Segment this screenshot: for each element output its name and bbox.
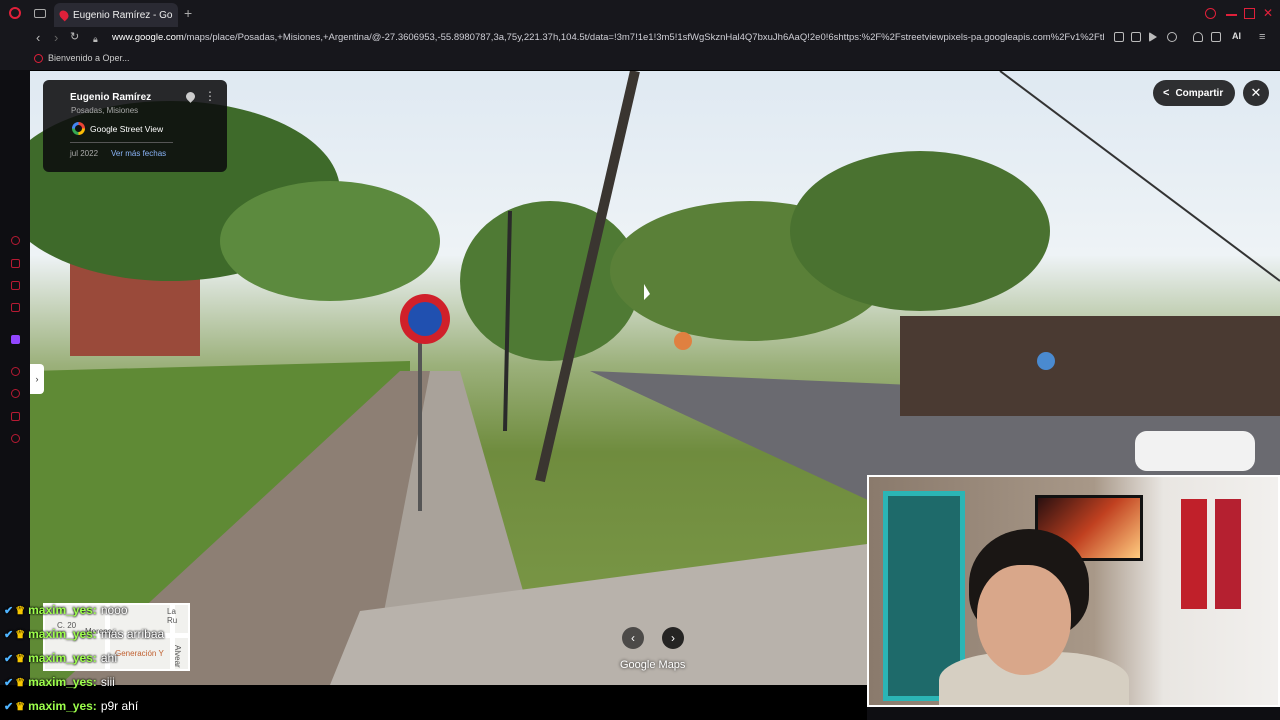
chat-username: maxim_yes: [28, 699, 97, 713]
location-info-card: Eugenio Ramírez ⋮ Posadas, Misiones Goog… [43, 80, 227, 172]
chat-text: siii [100, 675, 115, 689]
chat-message: ✔ ♛ maxim_yes: p9r ahí [4, 694, 304, 718]
crown-badge-icon: ♛ [15, 676, 26, 689]
bookmark-label: Bienvenido a Oper... [48, 53, 130, 63]
chat-username: maxim_yes: [28, 627, 97, 641]
url-field[interactable]: www.google.com/maps/place/Posadas,+Misio… [112, 32, 1104, 43]
more-dates-link[interactable]: Ver más fechas [111, 149, 166, 158]
more-options-icon[interactable]: ⋮ [204, 90, 216, 102]
url-path: /maps/place/Posadas,+Misiones,+Argentina… [183, 32, 1104, 43]
chat-username: maxim_yes: [28, 603, 97, 617]
address-bar: ‹ › ↻ 🔒︎ www.google.com/maps/place/Posad… [0, 28, 1280, 48]
opera-logo-icon[interactable] [9, 7, 21, 19]
sidebar-history-icon[interactable] [11, 236, 20, 245]
webcam-overlay [867, 475, 1280, 707]
verified-badge-icon: ✔ [4, 676, 14, 689]
poster [1215, 499, 1241, 609]
tree-canopy [220, 181, 440, 301]
prev-photo-button[interactable]: ‹ [622, 627, 644, 649]
bike-sign-inner [408, 302, 442, 336]
tree-canopy-far-right [790, 151, 1050, 311]
crown-badge-icon: ♛ [15, 628, 26, 641]
chat-text: p9r ahí [100, 699, 139, 713]
mouse-cursor [644, 284, 650, 300]
chat-message: ✔ ♛ maxim_yes: nooo [4, 598, 304, 622]
sidebar-twitch-icon[interactable] [11, 335, 20, 344]
chat-message: ✔ ♛ maxim_yes: siii [4, 670, 304, 694]
place-marker-icon[interactable] [674, 332, 692, 350]
tab-google-maps[interactable]: Eugenio Ramírez - Google [54, 3, 178, 27]
sidebar-clock-icon[interactable] [11, 389, 20, 398]
download-icon[interactable] [1211, 32, 1221, 42]
snapshot-icon[interactable] [1114, 32, 1124, 42]
sidebar-instagram-icon[interactable] [11, 303, 20, 312]
chat-username: maxim_yes: [28, 675, 97, 689]
account-icon[interactable] [1193, 32, 1203, 42]
crown-badge-icon: ♛ [15, 604, 26, 617]
play-icon[interactable] [1149, 32, 1157, 42]
capture-icon[interactable] [1131, 32, 1141, 42]
maximize-icon[interactable] [1244, 8, 1255, 19]
reload-icon[interactable]: ↻ [70, 31, 79, 44]
search-icon[interactable] [1205, 8, 1216, 19]
tab-switcher-icon[interactable] [34, 9, 46, 18]
share-icon: < [1163, 87, 1170, 99]
ai-button[interactable]: AI [1232, 31, 1241, 41]
street-view-provider: Google Street View [72, 122, 163, 135]
crown-badge-icon: ♛ [15, 700, 26, 713]
new-tab-button[interactable]: + [184, 6, 192, 20]
place-subtitle: Posadas, Misiones [71, 106, 139, 115]
share-button[interactable]: < Compartir [1153, 80, 1235, 106]
chat-text: nooo [100, 603, 128, 617]
bookmark-item[interactable]: Bienvenido a Oper... [34, 53, 130, 63]
sidebar-player-icon[interactable] [11, 367, 20, 376]
stream-chat: ✔ ♛ maxim_yes: nooo ✔ ♛ maxim_yes: más arribaa… [4, 598, 304, 718]
share-label: Compartir [1175, 87, 1224, 99]
sidebar-extensions-icon[interactable] [11, 412, 20, 421]
sidebar-messenger-icon[interactable] [11, 281, 20, 290]
close-window-icon[interactable]: ✕ [1263, 7, 1274, 19]
next-photo-button[interactable]: › [662, 627, 684, 649]
url-domain: www.google.com [112, 32, 184, 43]
sidebar-bag-icon[interactable] [11, 259, 20, 268]
minimize-icon[interactable] [1226, 14, 1237, 16]
streamer-face [977, 565, 1071, 675]
poster [1181, 499, 1207, 609]
tab-bar: Eugenio Ramírez - Google + ✕ [0, 0, 1280, 28]
google-maps-watermark: Google Maps [620, 659, 686, 671]
verified-badge-icon: ✔ [4, 652, 14, 665]
close-street-view-button[interactable]: ✕ [1243, 80, 1269, 106]
bookmarks-bar: Bienvenido a Oper... [0, 48, 1280, 71]
lock-icon: 🔒︎ [93, 34, 98, 44]
white-car [1135, 431, 1255, 471]
place-title: Eugenio Ramírez [70, 92, 152, 103]
chat-message: ✔ ♛ maxim_yes: más arribaa [4, 622, 304, 646]
chat-text: ahí [100, 651, 118, 665]
crown-badge-icon: ♛ [15, 652, 26, 665]
verified-badge-icon: ✔ [4, 628, 14, 641]
chat-text: más arribaa [100, 627, 165, 641]
provider-label: Google Street View [90, 123, 164, 134]
capture-date: jul 2022 [70, 149, 99, 158]
heart-icon[interactable] [1167, 32, 1177, 42]
storefront [900, 316, 1280, 416]
menu-icon[interactable]: ≡ [1259, 31, 1265, 44]
expand-panel-button[interactable]: › [30, 364, 44, 394]
back-icon[interactable]: ‹ [36, 31, 40, 44]
sidebar-settings-icon[interactable] [11, 434, 20, 443]
opera-bookmark-icon [34, 53, 43, 63]
place-marker-icon[interactable] [1037, 352, 1055, 370]
maps-pin-icon [57, 8, 71, 22]
chat-username: maxim_yes: [28, 651, 97, 665]
chat-message: ✔ ♛ maxim_yes: ahí [4, 646, 304, 670]
google-logo-icon [72, 122, 85, 135]
verified-badge-icon: ✔ [4, 604, 14, 617]
divider [70, 142, 173, 143]
location-pin-icon[interactable] [184, 90, 197, 103]
forward-icon[interactable]: › [54, 31, 58, 44]
verified-badge-icon: ✔ [4, 700, 14, 713]
tab-title: Eugenio Ramírez - Google [73, 9, 173, 21]
